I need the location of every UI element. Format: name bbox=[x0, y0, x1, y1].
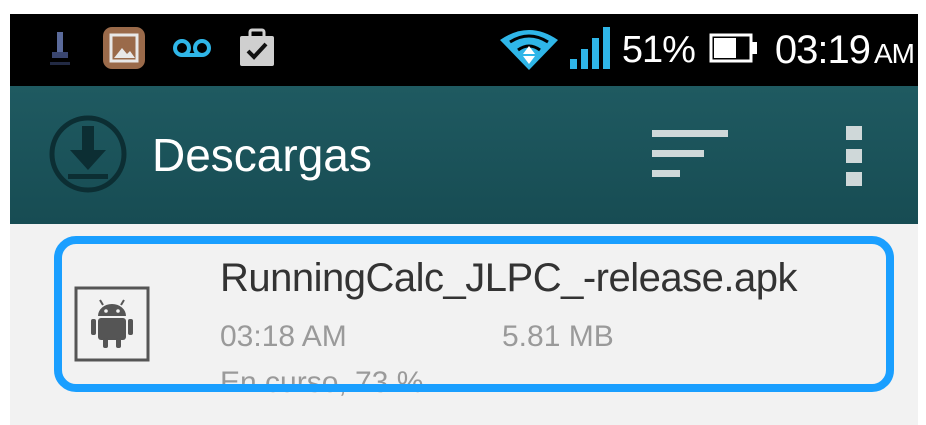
download-size: 5.81 MB bbox=[502, 320, 614, 353]
cell-signal-icon bbox=[568, 25, 612, 76]
sort-icon[interactable] bbox=[650, 128, 730, 189]
page-title: Descargas bbox=[152, 129, 372, 181]
status-bar: 51% 03:19 AM bbox=[10, 14, 918, 86]
clock-time: 03:19 bbox=[774, 27, 871, 72]
download-time: 03:18 AM bbox=[220, 320, 347, 353]
android-icon bbox=[74, 286, 150, 367]
overflow-menu-icon[interactable] bbox=[844, 124, 864, 193]
download-file-name: RunningCalc_JLPC_-release.apk bbox=[220, 256, 797, 300]
usb-debug-icon bbox=[48, 28, 72, 73]
clock: 03:19 AM bbox=[774, 27, 915, 73]
download-status: En curso, 73 % bbox=[220, 366, 424, 399]
wifi-icon bbox=[498, 26, 560, 75]
task-done-icon bbox=[238, 28, 276, 73]
battery-icon bbox=[709, 33, 759, 68]
list-item[interactable]: RunningCalc_JLPC_-release.apk 03:18 AM 5… bbox=[10, 224, 918, 412]
status-system: 51% 03:19 AM bbox=[498, 24, 915, 76]
voicemail-icon bbox=[172, 36, 212, 65]
action-bar: Descargas bbox=[10, 86, 918, 224]
clock-ampm: AM bbox=[874, 37, 915, 69]
gallery-notification-icon bbox=[102, 26, 146, 75]
battery-percent: 51% bbox=[621, 28, 696, 71]
downloads-list: RunningCalc_JLPC_-release.apk 03:18 AM 5… bbox=[10, 224, 918, 425]
status-notifications bbox=[48, 26, 276, 75]
download-icon[interactable] bbox=[48, 114, 128, 199]
